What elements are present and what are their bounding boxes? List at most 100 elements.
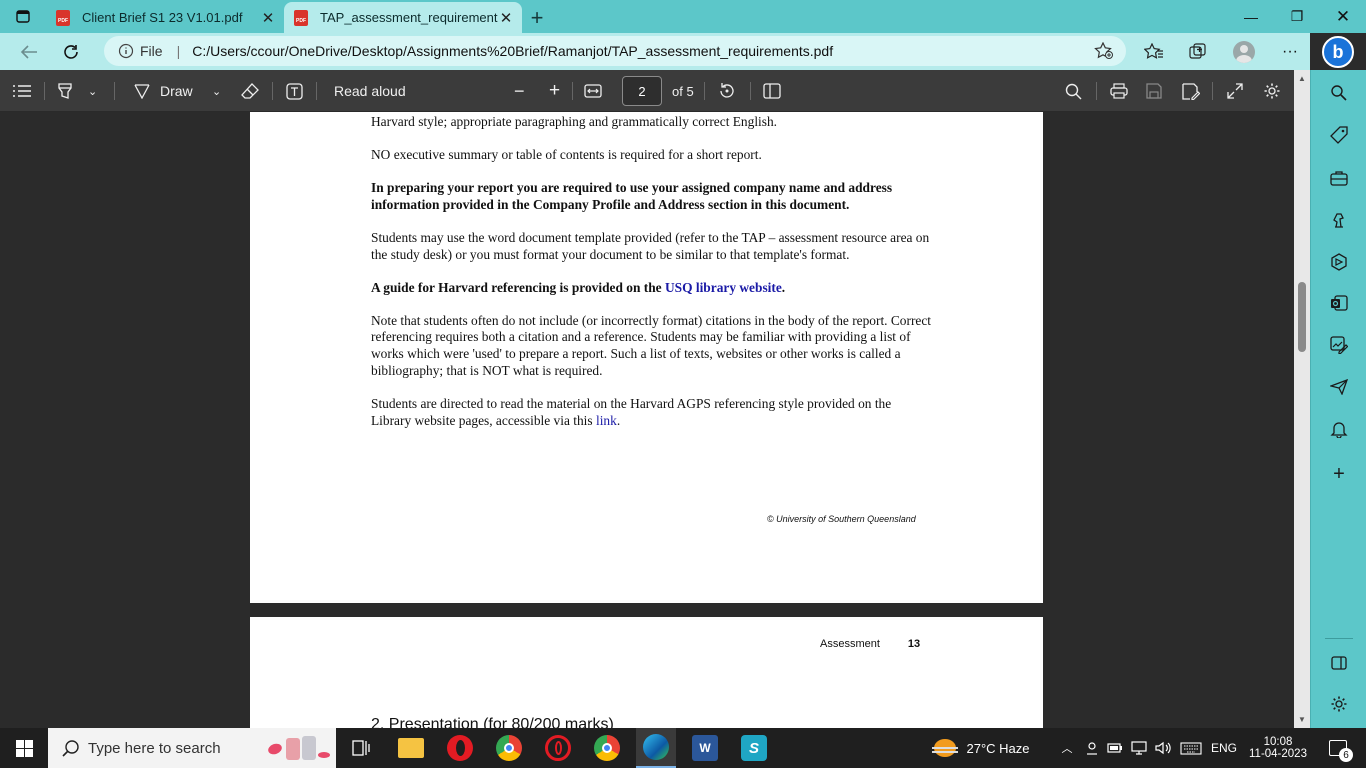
page-view-button[interactable]	[763, 70, 781, 112]
agps-text: Students are directed to read the materi…	[371, 395, 892, 428]
add-text-button[interactable]	[286, 70, 303, 112]
page-count-label: of 5	[672, 83, 694, 99]
clock[interactable]: 10:08 11-04-2023	[1244, 728, 1312, 768]
new-tab-button[interactable]: +	[522, 2, 552, 33]
refresh-button[interactable]	[50, 33, 92, 70]
task-view-button[interactable]	[342, 728, 380, 768]
highlight-button[interactable]	[56, 70, 74, 112]
sidebar-tools-button[interactable]	[1329, 168, 1349, 188]
close-window-button[interactable]: ✕	[1320, 0, 1366, 33]
sidebar-search-button[interactable]	[1329, 83, 1349, 103]
minimize-button[interactable]: —	[1228, 0, 1274, 33]
page-header: Assessment 13	[820, 638, 920, 650]
rotate-button[interactable]	[718, 70, 736, 112]
scroll-down-arrow-icon[interactable]: ▼	[1294, 712, 1310, 726]
favorites-button[interactable]	[1134, 33, 1174, 70]
more-options-button[interactable]: ···	[1270, 33, 1310, 70]
agps-end: .	[616, 412, 621, 428]
sidebar-outlook-button[interactable]	[1329, 293, 1349, 313]
hide-sidebar-button[interactable]	[1329, 653, 1349, 673]
chrome-profile-t-button[interactable]	[492, 728, 526, 768]
favorites-icon	[1144, 42, 1163, 59]
expand-icon	[1227, 83, 1243, 99]
url-text[interactable]: C:/Users/ccour/OneDrive/Desktop/Assignme…	[192, 43, 1094, 59]
pdf-viewer[interactable]: Harvard style; appropriate paragraphing …	[0, 112, 1294, 728]
save-as-button[interactable]	[1182, 70, 1200, 112]
save-icon	[1146, 83, 1162, 99]
touch-keyboard-button[interactable]	[1178, 728, 1204, 768]
draw-button[interactable]: Draw	[134, 70, 193, 112]
tab-client-brief[interactable]: PDF Client Brief S1 23 V1.01.pdf ✕	[46, 2, 284, 33]
collections-button[interactable]	[1178, 33, 1218, 70]
meet-now-icon[interactable]	[1085, 741, 1099, 755]
profile-button[interactable]	[1224, 33, 1264, 70]
back-button[interactable]	[8, 33, 50, 70]
search-icon	[1065, 83, 1082, 99]
read-aloud-button[interactable]: Read aloud	[334, 70, 406, 112]
sidebar-send-button[interactable]	[1329, 377, 1349, 397]
restore-button[interactable]: ❐	[1274, 0, 1320, 33]
sidebar-add-button[interactable]: +	[1329, 463, 1349, 485]
network-icon[interactable]	[1131, 741, 1147, 755]
sidebar-shopping-button[interactable]	[1329, 125, 1349, 145]
zoom-out-button[interactable]: −	[514, 70, 525, 112]
add-favorite-icon[interactable]	[1094, 42, 1114, 60]
word-button[interactable]: W	[688, 728, 722, 768]
swift-app-button[interactable]: S	[737, 728, 771, 768]
highlight-options-chevron-down-icon[interactable]: ⌄	[88, 70, 97, 112]
paragraph-harvard-guide: A guide for Harvard referencing is provi…	[371, 280, 931, 297]
opera-button[interactable]	[443, 728, 477, 768]
zoom-in-button[interactable]: +	[549, 70, 560, 112]
close-tab-icon[interactable]: ✕	[498, 9, 514, 27]
volume-icon[interactable]	[1155, 741, 1171, 755]
bing-chat-button[interactable]: b	[1322, 36, 1354, 68]
library-link[interactable]: link	[596, 413, 617, 428]
file-explorer-button[interactable]	[394, 728, 428, 768]
tab-tap-assessment[interactable]: PDF TAP_assessment_requirements.pdf ✕	[284, 2, 522, 33]
fullscreen-button[interactable]	[1227, 70, 1243, 112]
close-tab-icon[interactable]: ✕	[260, 9, 276, 27]
address-bar[interactable]: File | C:/Users/ccour/OneDrive/Desktop/A…	[104, 36, 1126, 66]
paragraph-agps: Students are directed to read the materi…	[371, 396, 931, 430]
section-heading: 2. Presentation (for 80/200 marks)	[371, 716, 614, 728]
notification-center-button[interactable]: 6	[1318, 728, 1358, 768]
print-button[interactable]	[1110, 70, 1128, 112]
contents-button[interactable]	[12, 70, 32, 112]
sidebar-settings-button[interactable]	[1329, 694, 1349, 714]
usq-library-link[interactable]: USQ library website	[665, 280, 782, 295]
find-button[interactable]	[1065, 70, 1082, 112]
office-icon	[1331, 253, 1347, 271]
chrome-profile-a-button[interactable]	[590, 728, 624, 768]
language-indicator[interactable]: ENG	[1208, 728, 1240, 768]
pdf-settings-button[interactable]	[1263, 70, 1281, 112]
opera-gx-button[interactable]	[541, 728, 575, 768]
weather-text: 27°C Haze	[966, 740, 1030, 756]
keyboard-icon	[1180, 741, 1202, 755]
edge-button[interactable]	[636, 728, 676, 768]
sidebar-drawing-button[interactable]	[1329, 335, 1349, 355]
search-icon	[62, 740, 79, 757]
word-icon: W	[692, 735, 718, 761]
file-scheme-label: File	[140, 43, 163, 59]
show-hidden-icons-chevron-up-icon[interactable]: ︿	[1058, 728, 1076, 768]
sidebar-notifications-button[interactable]	[1329, 419, 1349, 439]
current-page-value[interactable]: 2	[622, 76, 662, 106]
chrome-icon	[594, 735, 620, 761]
start-button[interactable]	[0, 728, 48, 768]
sidebar-games-button[interactable]	[1329, 210, 1349, 230]
fit-width-button[interactable]	[584, 70, 602, 112]
erase-button[interactable]	[241, 70, 259, 112]
draw-options-chevron-down-icon[interactable]: ⌄	[212, 70, 221, 112]
sidebar-office-button[interactable]	[1329, 252, 1349, 272]
battery-icon[interactable]	[1107, 742, 1123, 754]
paragraph-no-summary: NO executive summary or table of content…	[371, 146, 762, 162]
scroll-up-arrow-icon[interactable]: ▲	[1294, 71, 1310, 85]
weather-widget[interactable]: 27°C Haze	[932, 728, 1032, 768]
page-number-input[interactable]: 2	[622, 70, 662, 112]
pdf-toolbar: ⌄ Draw ⌄ Read aloud − + 2 of 5	[0, 70, 1294, 112]
save-button[interactable]	[1146, 70, 1162, 112]
taskbar-search-box[interactable]: Type here to search	[48, 728, 336, 768]
vertical-scrollbar[interactable]	[1294, 70, 1310, 728]
scrollbar-thumb[interactable]	[1298, 282, 1306, 352]
tab-actions-button[interactable]	[0, 0, 46, 33]
